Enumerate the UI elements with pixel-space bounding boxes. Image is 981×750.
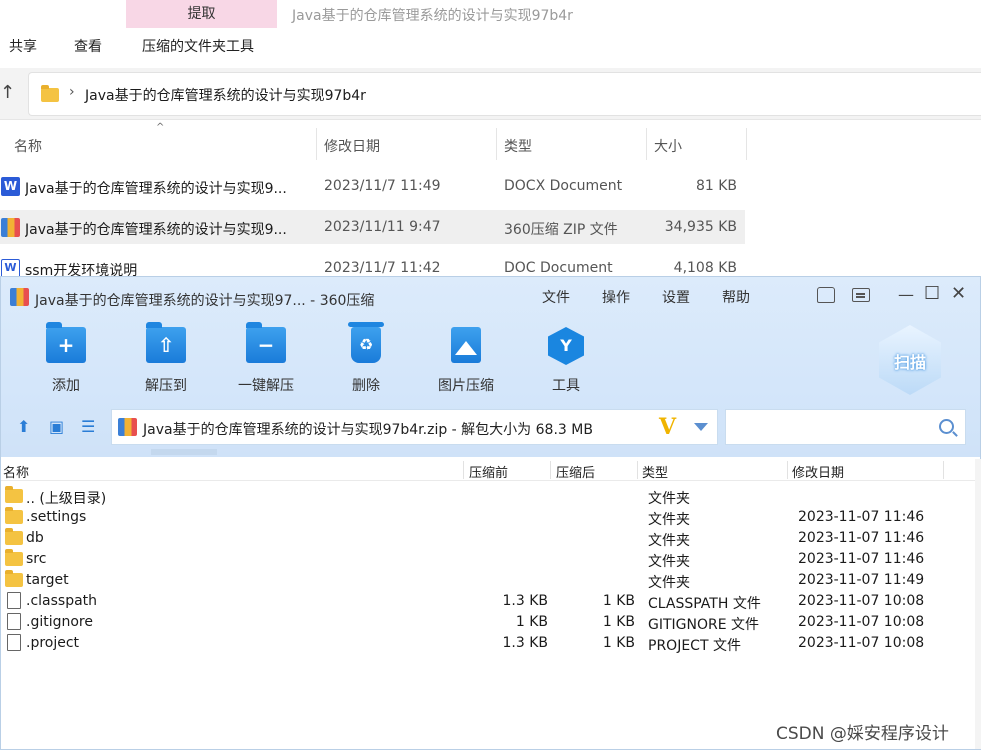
file-icon bbox=[7, 592, 21, 609]
archive-row[interactable]: db 文件夹 2023-11-07 11:46 bbox=[1, 528, 975, 549]
tools-button[interactable]: Y 工具 bbox=[521, 327, 611, 397]
folder-icon bbox=[5, 507, 23, 524]
column-date[interactable]: 修改日期 bbox=[324, 136, 380, 156]
extract-to-icon: ⇧ bbox=[146, 322, 186, 363]
one-click-extract-button[interactable]: − 一键解压 bbox=[221, 322, 311, 397]
archive-row[interactable]: .gitignore 1 KB 1 KB GITIGNORE 文件 2023-1… bbox=[1, 612, 975, 633]
image-compress-icon bbox=[451, 327, 481, 363]
explorer-column-header: 名称 修改日期 类型 大小 bbox=[0, 128, 750, 160]
folder-icon bbox=[5, 570, 23, 587]
column-compressed-size[interactable]: 压缩后 bbox=[556, 462, 595, 481]
skin-icon[interactable] bbox=[817, 287, 835, 303]
explorer-window-title: Java基于的仓库管理系统的设计与实现97b4r bbox=[292, 8, 573, 24]
file-icon bbox=[7, 634, 21, 651]
column-name[interactable]: 名称 bbox=[3, 462, 29, 481]
zip-header: Java基于的仓库管理系统的设计与实现97... - 360压缩 文件 操作 设… bbox=[1, 277, 980, 457]
archive-row[interactable]: .classpath 1.3 KB 1 KB CLASSPATH 文件 2023… bbox=[1, 591, 975, 612]
delete-button[interactable]: ♻ 删除 bbox=[321, 322, 411, 397]
thumbnail-view-icon[interactable]: ▣ bbox=[49, 417, 64, 436]
file-type: DOCX Document bbox=[504, 178, 623, 194]
up-arrow-icon[interactable]: ↑ bbox=[0, 82, 15, 103]
file-icon bbox=[7, 613, 21, 630]
zip-window-title: Java基于的仓库管理系统的设计与实现97... - 360压缩 bbox=[35, 293, 375, 309]
search-icon[interactable] bbox=[939, 419, 954, 434]
toolbar-scroll-indicator bbox=[151, 449, 217, 455]
message-icon[interactable] bbox=[852, 288, 870, 302]
file-name: Java基于的仓库管理系统的设计与实现9... bbox=[25, 181, 287, 197]
column-type[interactable]: 类型 bbox=[504, 136, 532, 156]
file-name: Java基于的仓库管理系统的设计与实现9... bbox=[25, 222, 287, 238]
address-bar[interactable]: › Java基于的仓库管理系统的设计与实现97b4r bbox=[28, 72, 981, 116]
folder-icon bbox=[5, 486, 23, 503]
file-row[interactable]: W Java基于的仓库管理系统的设计与实现9... 2023/11/7 11:4… bbox=[0, 169, 745, 203]
file-date: 2023/11/11 9:47 bbox=[324, 219, 441, 235]
minimize-icon[interactable]: — bbox=[898, 285, 914, 304]
chevron-right-icon[interactable]: › bbox=[69, 84, 75, 100]
menu-compressed-folder-tools[interactable]: 压缩的文件夹工具 bbox=[142, 36, 254, 56]
folder-icon bbox=[5, 549, 23, 566]
close-icon[interactable]: ✕ bbox=[951, 283, 966, 304]
column-type[interactable]: 类型 bbox=[642, 462, 668, 481]
menu-settings[interactable]: 设置 bbox=[662, 287, 690, 307]
list-view-icon[interactable]: ☰ bbox=[81, 417, 95, 436]
search-input[interactable] bbox=[725, 409, 966, 445]
archive-row[interactable]: src 文件夹 2023-11-07 11:46 bbox=[1, 549, 975, 570]
file-type: 360压缩 ZIP 文件 bbox=[504, 222, 618, 238]
v-logo-icon: V bbox=[659, 414, 677, 440]
zip-icon bbox=[1, 218, 20, 237]
archive-row[interactable]: .project 1.3 KB 1 KB PROJECT 文件 2023-11-… bbox=[1, 633, 975, 654]
menu-file[interactable]: 文件 bbox=[542, 287, 570, 307]
add-icon: + bbox=[46, 322, 86, 363]
address-row: ↑ › Java基于的仓库管理系统的设计与实现97b4r bbox=[0, 68, 981, 120]
explorer-menu-bar: 共享 查看 压缩的文件夹工具 bbox=[0, 32, 981, 58]
file-row-selected[interactable]: Java基于的仓库管理系统的设计与实现9... 2023/11/11 9:47 … bbox=[0, 210, 745, 244]
add-button[interactable]: + 添加 bbox=[21, 322, 111, 397]
image-compress-button[interactable]: 图片压缩 bbox=[421, 327, 511, 397]
column-modified[interactable]: 修改日期 bbox=[792, 462, 844, 481]
menu-help[interactable]: 帮助 bbox=[722, 287, 750, 307]
zip-app-icon bbox=[10, 288, 29, 306]
tab-extract[interactable]: 提取 bbox=[126, 0, 277, 28]
menu-operation[interactable]: 操作 bbox=[602, 287, 630, 307]
column-size[interactable]: 大小 bbox=[654, 136, 682, 156]
menu-view[interactable]: 查看 bbox=[74, 36, 102, 56]
file-size: 4,108 KB bbox=[673, 260, 737, 276]
folder-icon bbox=[41, 85, 59, 102]
zip-window: Java基于的仓库管理系统的设计与实现97... - 360压缩 文件 操作 设… bbox=[0, 276, 981, 750]
scan-label: 扫描 bbox=[893, 353, 926, 372]
address-path: Java基于的仓库管理系统的设计与实现97b4r bbox=[85, 88, 366, 104]
maximize-icon[interactable]: ☐ bbox=[924, 283, 940, 304]
dropdown-arrow-icon[interactable] bbox=[694, 423, 708, 431]
file-date: 2023/11/7 11:49 bbox=[324, 178, 441, 194]
archive-row[interactable]: .. (上级目录) 文件夹 bbox=[1, 486, 975, 507]
vertical-scrollbar[interactable] bbox=[975, 459, 981, 749]
up-level-icon[interactable]: ⬆ bbox=[17, 417, 30, 436]
archive-row[interactable]: .settings 文件夹 2023-11-07 11:46 bbox=[1, 507, 975, 528]
extract-to-button[interactable]: ⇧ 解压到 bbox=[121, 322, 211, 397]
archive-path: Java基于的仓库管理系统的设计与实现97b4r.zip - 解包大小为 68.… bbox=[143, 422, 593, 438]
archive-path-bar[interactable]: Java基于的仓库管理系统的设计与实现97b4r.zip - 解包大小为 68.… bbox=[111, 409, 718, 445]
archive-column-header: 名称 压缩前 压缩后 类型 修改日期 bbox=[1, 459, 975, 481]
file-size: 34,935 KB bbox=[664, 219, 737, 235]
file-type: DOC Document bbox=[504, 260, 613, 276]
column-original-size[interactable]: 压缩前 bbox=[469, 462, 508, 481]
one-click-extract-icon: − bbox=[246, 322, 286, 363]
folder-icon bbox=[5, 528, 23, 545]
explorer-ribbon: 提取 Java基于的仓库管理系统的设计与实现97b4r bbox=[0, 0, 981, 28]
file-size: 81 KB bbox=[695, 178, 737, 194]
recycle-bin-icon: ♻ bbox=[348, 322, 384, 363]
watermark-text: CSDN @婇安程序设计 bbox=[776, 724, 949, 744]
archive-row[interactable]: target 文件夹 2023-11-07 11:49 bbox=[1, 570, 975, 591]
word-icon: W bbox=[1, 177, 20, 196]
file-date: 2023/11/7 11:42 bbox=[324, 260, 441, 276]
zip-icon bbox=[118, 418, 137, 436]
scan-button[interactable]: 扫描 bbox=[879, 325, 941, 395]
tools-icon: Y bbox=[548, 327, 584, 365]
column-name[interactable]: 名称 bbox=[14, 136, 42, 156]
menu-share[interactable]: 共享 bbox=[9, 36, 37, 56]
